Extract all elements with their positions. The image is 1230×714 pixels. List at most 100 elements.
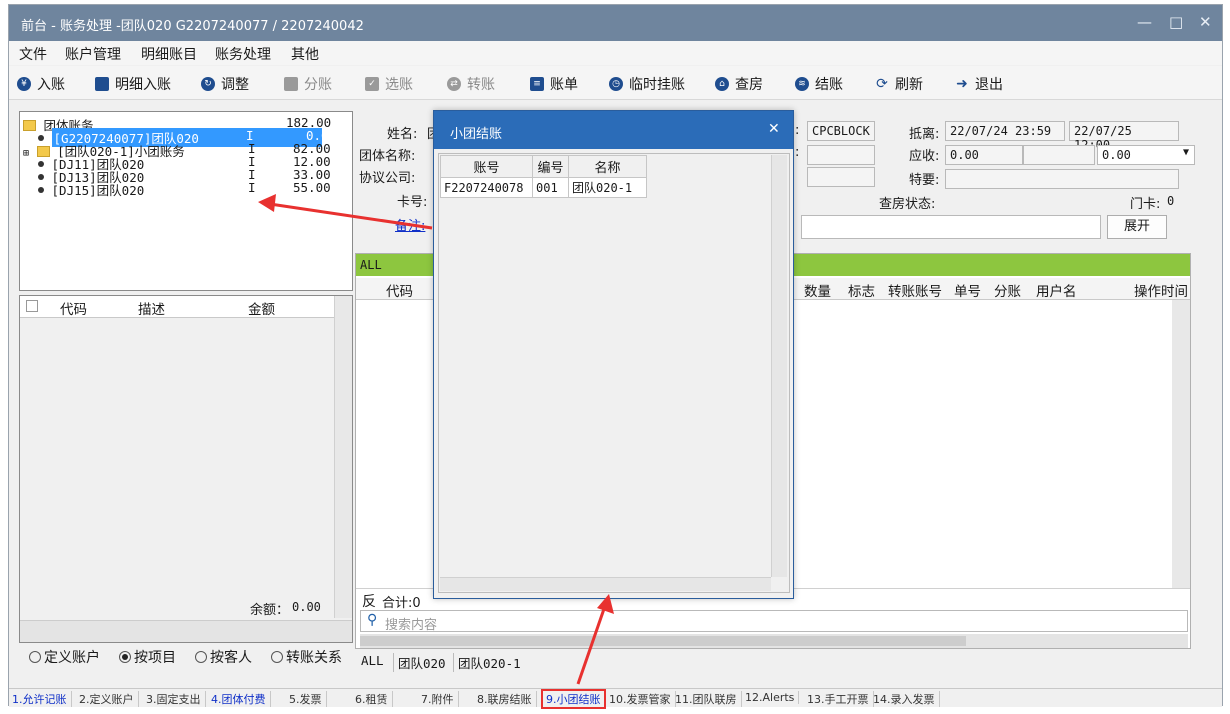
- minimize-button[interactable]: —: [1137, 13, 1152, 31]
- dialog-hscrollbar[interactable]: [440, 577, 771, 591]
- menu-detail-items[interactable]: 明细账目: [141, 44, 197, 64]
- note-link[interactable]: 备注:: [395, 215, 425, 234]
- tab-invoice-manager[interactable]: 10.发票管家: [609, 691, 676, 707]
- receivable-select[interactable]: 0.00 ▼: [1097, 145, 1195, 165]
- tab-group-payment[interactable]: 4.团体付费: [211, 691, 271, 707]
- hscroll-thumb[interactable]: [360, 636, 966, 646]
- split-button[interactable]: 分账: [284, 74, 332, 94]
- column-description[interactable]: 描述: [138, 298, 165, 318]
- card-number-label: 卡号:: [397, 195, 428, 210]
- menu-file[interactable]: 文件: [19, 44, 47, 64]
- title-bar: 前台 - 账务处理 -团队020 G2207240077 / 220724004…: [9, 5, 1222, 41]
- main-grid-hscrollbar[interactable]: [360, 634, 1188, 648]
- column-code[interactable]: 代码: [386, 280, 413, 300]
- menu-accounting[interactable]: 账务处理: [215, 44, 271, 64]
- expand-button[interactable]: 展开: [1107, 215, 1167, 239]
- tab-manual-invoice[interactable]: 13.手工开票: [807, 691, 874, 707]
- tree-item[interactable]: [DJ15]团队020 I 55.00: [38, 180, 348, 199]
- adjust-button[interactable]: ↻ 调整: [201, 74, 249, 94]
- tab-enter-invoice[interactable]: 14.录入发票: [873, 691, 940, 707]
- tab-team-020-1[interactable]: 团队020-1: [453, 653, 521, 672]
- exit-label: 退出: [975, 77, 1003, 93]
- maximize-button[interactable]: □: [1169, 13, 1183, 31]
- column-flag[interactable]: 标志: [848, 280, 875, 300]
- tab-all[interactable]: ALL: [361, 653, 384, 668]
- arrive-field[interactable]: 22/07/24 23:59: [945, 121, 1065, 141]
- tab-allow-posting[interactable]: 1.允许记账: [12, 691, 72, 707]
- room-check-button[interactable]: ⌂ 查房: [715, 74, 763, 94]
- radio-transfer-relation[interactable]: 转账关系: [271, 647, 342, 667]
- receivable-select-value: 0.00: [1102, 148, 1131, 162]
- tree-item-flag: I: [248, 180, 256, 195]
- column-quantity[interactable]: 数量: [804, 280, 831, 300]
- tab-attachment[interactable]: 7.附件: [421, 691, 459, 707]
- depart-field[interactable]: 22/07/25 12:00: [1069, 121, 1179, 152]
- temporary-account-button[interactable]: ◷ 临时挂账: [609, 74, 685, 94]
- team-extra-field[interactable]: [807, 145, 875, 165]
- select-account-button[interactable]: ✓ 选账: [365, 74, 413, 94]
- search-icon: ⚲: [367, 612, 378, 628]
- exit-icon: ➜: [956, 76, 968, 92]
- dialog-grid-header: 账号 编号 名称: [440, 155, 647, 178]
- column-amount[interactable]: 金额: [248, 298, 275, 318]
- toolbar: ¥ 入账 明细入账 ↻ 调整 分账 ✓ 选账 ⇄ 转账 ≡ 账单 ◷ 临时挂账 ⌂ 查房 ≋ 结…: [9, 66, 1222, 100]
- tab-alerts[interactable]: 12.Alerts: [745, 691, 800, 704]
- receivable-extra-field[interactable]: [1023, 145, 1095, 165]
- name-label: 姓名:: [387, 127, 418, 142]
- post-charge-button[interactable]: ¥ 入账: [17, 74, 65, 94]
- tab-small-group-checkout[interactable]: 9.小团结账: [541, 689, 606, 709]
- receivable-field[interactable]: 0.00: [945, 145, 1023, 165]
- radio-define-account[interactable]: 定义账户: [29, 647, 100, 667]
- special-request-field[interactable]: [945, 169, 1179, 189]
- search-box[interactable]: ⚲ 搜索内容: [360, 610, 1188, 633]
- note-field[interactable]: [801, 215, 1101, 239]
- tab-linked-room-checkout[interactable]: 8.联房结账: [477, 691, 537, 707]
- block-code-field[interactable]: CPCBLOCK: [807, 121, 875, 141]
- bill-button[interactable]: ≡ 账单: [530, 74, 578, 94]
- bill-icon: ≡: [530, 77, 544, 91]
- tab-team-linked-room[interactable]: 11.团队联房: [675, 691, 742, 707]
- dialog-vscrollbar[interactable]: [771, 155, 787, 577]
- column-user-name[interactable]: 用户名: [1036, 280, 1077, 300]
- menu-other[interactable]: 其他: [291, 44, 319, 64]
- tab-fixed-expense[interactable]: 3.固定支出: [146, 691, 206, 707]
- column-number[interactable]: 编号: [532, 155, 569, 178]
- checkout-button[interactable]: ≋ 结账: [795, 74, 843, 94]
- detail-post-label: 明细入账: [115, 77, 171, 93]
- room-check-label: 查房: [735, 77, 763, 93]
- select-all-checkbox[interactable]: [26, 300, 38, 312]
- left-grid-hscrollbar[interactable]: [20, 620, 352, 642]
- transfer-button[interactable]: ⇄ 转账: [447, 74, 495, 94]
- close-button[interactable]: ✕: [1199, 13, 1212, 31]
- column-ticket-no[interactable]: 单号: [954, 280, 981, 300]
- cell-number: 001: [532, 177, 569, 198]
- bill-label: 账单: [550, 77, 578, 93]
- dialog-close-button[interactable]: ✕: [768, 121, 780, 137]
- tab-team-020[interactable]: 团队020: [393, 653, 446, 672]
- refresh-button[interactable]: ⟳ 刷新: [875, 74, 923, 94]
- exit-button[interactable]: ➜ 退出: [955, 74, 1003, 94]
- radio-by-item[interactable]: 按项目: [119, 647, 176, 667]
- clock-icon: ◷: [609, 77, 623, 91]
- column-operate-time[interactable]: 操作时间: [1134, 280, 1188, 300]
- menu-account-management[interactable]: 账户管理: [65, 44, 121, 64]
- balance-row: 余额： 0.00: [20, 596, 334, 618]
- dialog-title-bar: 小团结账 ✕: [434, 111, 793, 149]
- radio-circle: [119, 651, 131, 663]
- table-row[interactable]: F2207240078 001 团队020-1: [440, 177, 647, 198]
- tab-invoice[interactable]: 5.发票: [289, 691, 327, 707]
- column-name[interactable]: 名称: [568, 155, 647, 178]
- column-split[interactable]: 分账: [994, 280, 1021, 300]
- column-transfer-account[interactable]: 转账账号: [888, 280, 942, 300]
- tab-define-account[interactable]: 2.定义账户: [79, 691, 139, 707]
- column-code[interactable]: 代码: [60, 298, 87, 318]
- dialog-grid-area: [438, 153, 790, 593]
- main-grid-scrollbar[interactable]: [1172, 300, 1190, 588]
- tab-rental[interactable]: 6.租赁: [355, 691, 393, 707]
- company-extra-field[interactable]: [807, 167, 875, 187]
- left-grid-scrollbar[interactable]: [334, 296, 352, 618]
- radio-by-guest[interactable]: 按客人: [195, 647, 252, 667]
- checkout-label: 结账: [815, 77, 843, 93]
- detail-post-button[interactable]: 明细入账: [95, 74, 171, 94]
- column-account[interactable]: 账号: [440, 155, 533, 178]
